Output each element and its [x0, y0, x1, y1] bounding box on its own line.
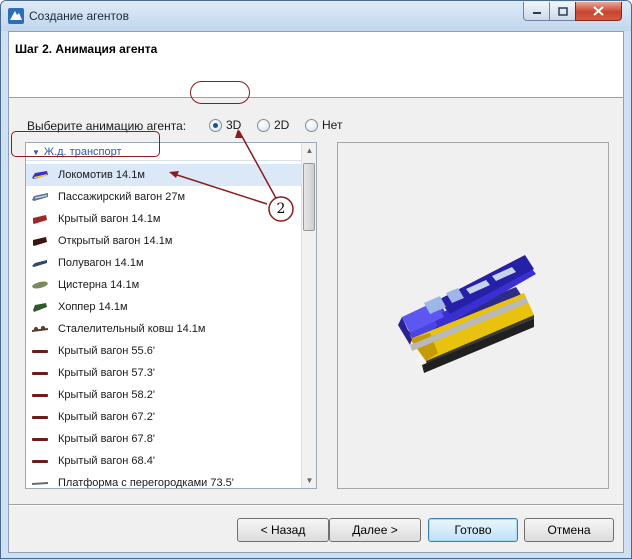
- maximize-icon: [557, 6, 568, 16]
- app-logo-icon: [8, 8, 24, 24]
- boxcar-icon: [33, 215, 47, 224]
- list-item[interactable]: Пассажирский вагон 27м: [26, 186, 301, 208]
- scroll-down-arrow-icon[interactable]: ▼: [302, 473, 316, 488]
- boxcar-icon: [32, 372, 48, 375]
- list-item-label: Крытый вагон 67.2': [58, 411, 155, 423]
- radio-none[interactable]: Нет: [305, 118, 342, 132]
- list-item[interactable]: Крытый вагон 67.8': [26, 428, 301, 450]
- list-item-label: Открытый вагон 14.1м: [58, 235, 173, 247]
- list-item-label: Хоппер 14.1м: [58, 301, 128, 313]
- radio-2d-indicator: [257, 118, 270, 132]
- radio-3d-label: 3D: [226, 118, 242, 132]
- finish-button[interactable]: Готово: [428, 518, 518, 542]
- highlight-item-annotation: [11, 131, 160, 157]
- animation-preview: [337, 142, 609, 489]
- list-item[interactable]: Цистерна 14.1м: [26, 274, 301, 296]
- list-item-label: Полувагон 14.1м: [58, 257, 144, 269]
- list-item[interactable]: Крытый вагон 14.1м: [26, 208, 301, 230]
- wizard-header: Шаг 2. Анимация агента: [9, 32, 623, 98]
- list-item-label: Крытый вагон 67.8': [58, 433, 155, 445]
- close-icon: [593, 6, 604, 16]
- list-item-label: Крытый вагон 55.6': [58, 345, 155, 357]
- scroll-up-arrow-icon[interactable]: ▲: [302, 143, 316, 158]
- back-button[interactable]: < Назад: [237, 518, 329, 542]
- create-agents-window: Создание агентов Шаг 2. Анимация агента …: [0, 0, 632, 559]
- list-item[interactable]: Крытый вагон 55.6': [26, 340, 301, 362]
- boxcar-icon: [32, 416, 48, 419]
- passenger-car-icon: [32, 193, 48, 201]
- list-item-label: Сталелительный ковш 14.1м: [58, 323, 206, 335]
- wizard-client-area: Шаг 2. Анимация агента Выберите анимацию…: [8, 31, 624, 553]
- hopper-icon: [33, 303, 47, 312]
- titlebar[interactable]: Создание агентов: [1, 1, 631, 31]
- footer-separator: [9, 504, 623, 506]
- list-item-label: Платформа с перегородками 73.5': [58, 477, 234, 489]
- radio-3d-indicator: [209, 118, 222, 132]
- callout-number: 2: [276, 201, 286, 217]
- list-item-label: Крытый вагон 58.2': [58, 389, 155, 401]
- list-item-label: Цистерна 14.1м: [58, 279, 140, 291]
- gondola-icon: [32, 260, 47, 267]
- next-button[interactable]: Далее >: [329, 518, 421, 542]
- list-item[interactable]: Хоппер 14.1м: [26, 296, 301, 318]
- radio-2d[interactable]: 2D: [257, 118, 289, 132]
- list-item[interactable]: Крытый вагон 68.4': [26, 450, 301, 472]
- list-scrollbar[interactable]: ▲ ▼: [301, 143, 316, 488]
- list-item[interactable]: Платформа с перегородками 73.5': [26, 472, 301, 489]
- list-item-label: Пассажирский вагон 27м: [58, 191, 186, 203]
- boxcar-icon: [32, 438, 48, 441]
- list-item-label: Крытый вагон 57.3': [58, 367, 155, 379]
- tank-car-icon: [32, 281, 48, 289]
- window-title: Создание агентов: [29, 9, 129, 23]
- list-item[interactable]: Крытый вагон 57.3': [26, 362, 301, 384]
- locomotive-icon: [32, 171, 48, 179]
- step-title: Шаг 2. Анимация агента: [15, 42, 158, 56]
- radio-3d[interactable]: 3D: [209, 118, 241, 132]
- list-item-label: Крытый вагон 68.4': [58, 455, 155, 467]
- scroll-thumb[interactable]: [303, 163, 315, 231]
- list-item[interactable]: Открытый вагон 14.1м: [26, 230, 301, 252]
- close-button[interactable]: [575, 2, 622, 21]
- list-item-label: Локомотив 14.1м: [58, 169, 145, 181]
- list-item[interactable]: Полувагон 14.1м: [26, 252, 301, 274]
- highlight-3d-annotation: [190, 81, 250, 104]
- boxcar-icon: [32, 350, 48, 353]
- radio-none-label: Нет: [322, 118, 343, 132]
- minimize-icon: [532, 12, 541, 14]
- maximize-button[interactable]: [549, 2, 576, 21]
- radio-none-indicator: [305, 118, 318, 132]
- boxcar-icon: [32, 394, 48, 397]
- ladle-car-icon: [31, 326, 49, 332]
- flatcar-icon: [31, 482, 49, 485]
- open-wagon-icon: [33, 237, 47, 246]
- list-item-label: Крытый вагон 14.1м: [58, 213, 161, 225]
- list-item[interactable]: Крытый вагон 58.2': [26, 384, 301, 406]
- animation-list[interactable]: ▼ Ж.д. транспорт Локомотив 14.1м Пассажир…: [25, 142, 317, 489]
- list-item[interactable]: Крытый вагон 67.2': [26, 406, 301, 428]
- minimize-button[interactable]: [523, 2, 550, 21]
- radio-2d-label: 2D: [274, 118, 290, 132]
- boxcar-icon: [32, 460, 48, 463]
- cancel-button[interactable]: Отмена: [524, 518, 614, 542]
- locomotive-3d-preview: [398, 255, 536, 373]
- list-item[interactable]: Локомотив 14.1м: [26, 164, 301, 186]
- list-item[interactable]: Сталелительный ковш 14.1м: [26, 318, 301, 340]
